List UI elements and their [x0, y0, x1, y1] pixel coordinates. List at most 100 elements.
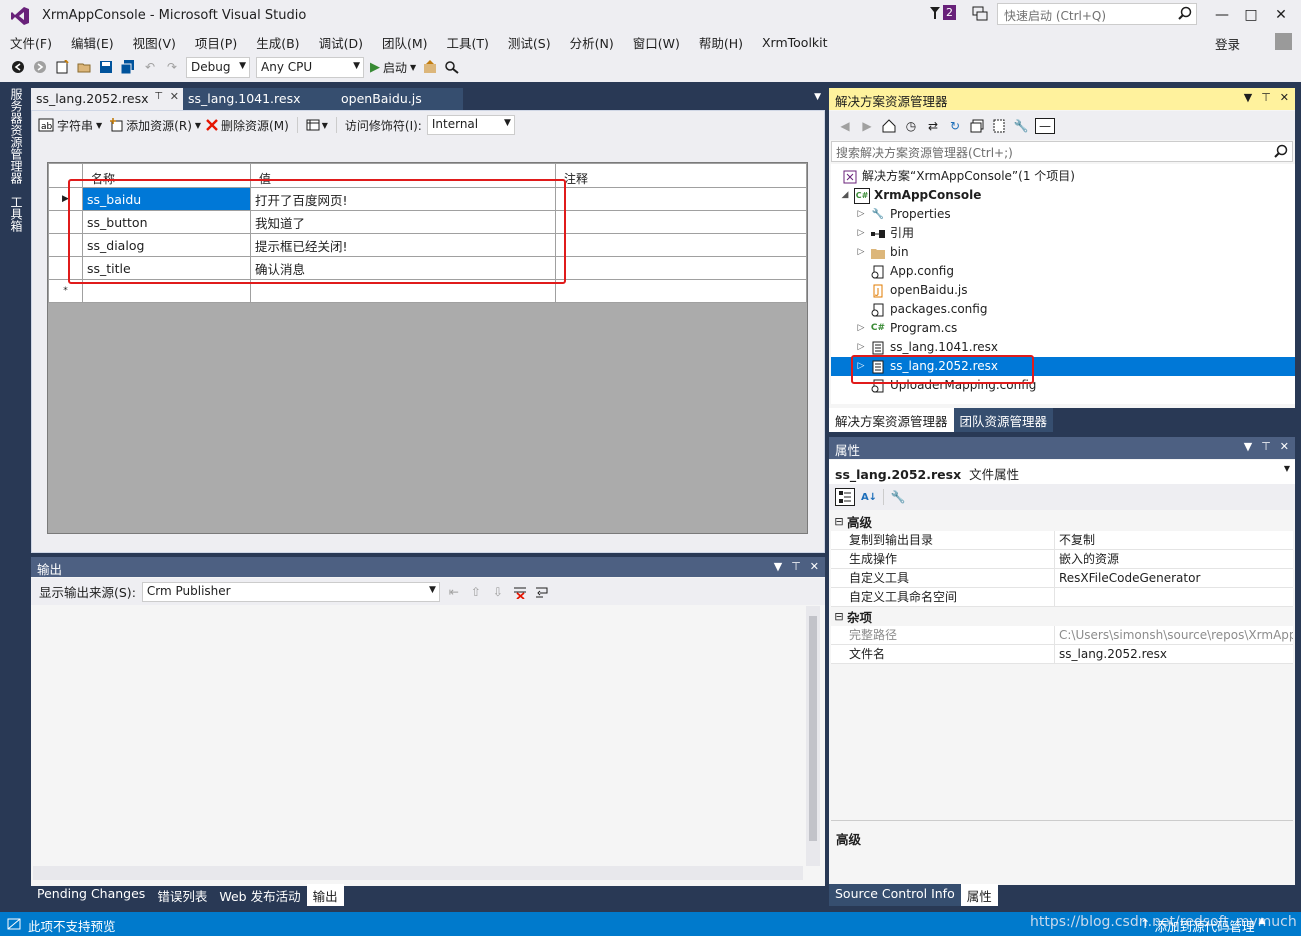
solution-platform-select[interactable]: Any CPU ▼ [256, 56, 364, 78]
clear-all-icon[interactable] [512, 584, 528, 600]
feedback-icon[interactable] [972, 6, 988, 22]
next-message-icon[interactable]: ⇩ [490, 584, 506, 600]
close-icon[interactable]: ✕ [810, 560, 819, 573]
property-row[interactable]: 自定义工具命名空间 [831, 588, 1293, 607]
publish-icon[interactable] [422, 59, 438, 75]
menu-window[interactable]: 窗口(W) [633, 33, 680, 52]
property-value[interactable]: ss_lang.2052.resx [1055, 645, 1293, 663]
collapsed-arrow-icon[interactable]: ▷ [855, 224, 867, 243]
home-icon[interactable] [881, 118, 897, 134]
property-row[interactable]: 复制到输出目录 不复制 [831, 531, 1293, 550]
property-value[interactable]: C:\Users\simonsh\source\repos\XrmApp [1055, 626, 1293, 644]
menu-debug[interactable]: 调试(D) [319, 33, 363, 52]
menu-project[interactable]: 项目(P) [195, 33, 237, 52]
save-all-icon[interactable] [120, 59, 136, 75]
properties-object-selector[interactable]: ss_lang.2052.resx 文件属性 ▼ [829, 460, 1295, 484]
property-row[interactable]: 生成操作 嵌入的资源 [831, 550, 1293, 569]
pin-icon[interactable]: ⊤ [1261, 440, 1271, 453]
close-icon[interactable]: ✕ [170, 90, 179, 103]
categorized-icon[interactable] [835, 488, 855, 506]
forward-icon[interactable]: ▶ [859, 118, 875, 134]
tree-node-solution[interactable]: 解决方案“XrmAppConsole”(1 个项目) [839, 167, 1075, 186]
maximize-button[interactable]: □ [1237, 4, 1265, 26]
menu-edit[interactable]: 编辑(E) [71, 33, 114, 52]
tab-solution-explorer[interactable]: 解决方案资源管理器 [829, 408, 954, 432]
add-to-source-control-button[interactable]: ↑ 添加到源代码管理 ▲ [1140, 916, 1265, 935]
property-row[interactable]: 文件名 ss_lang.2052.resx [831, 645, 1293, 664]
cell-comment[interactable] [555, 233, 807, 257]
undo-icon[interactable]: ↶ [142, 59, 158, 75]
avatar[interactable] [1275, 33, 1292, 50]
property-pages-wrench-icon[interactable]: 🔧 [890, 489, 906, 505]
redo-icon[interactable]: ↷ [164, 59, 180, 75]
cell-comment[interactable] [555, 279, 807, 303]
tree-node-openbaidu-js[interactable]: openBaidu.js [867, 281, 968, 300]
forward-icon[interactable] [32, 59, 48, 75]
save-icon[interactable] [98, 59, 114, 75]
property-row[interactable]: 完整路径 C:\Users\simonsh\source\repos\XrmAp… [831, 626, 1293, 645]
property-value[interactable]: 嵌入的资源 [1055, 550, 1293, 568]
collapse-toggle-icon[interactable]: ⊟ [831, 610, 847, 623]
properties-wrench-icon[interactable]: 🔧 [1013, 118, 1029, 134]
server-explorer-tab[interactable]: 服务器资源管理器 [8, 88, 25, 184]
open-file-icon[interactable] [76, 59, 92, 75]
close-icon[interactable]: ✕ [1280, 440, 1289, 453]
output-vertical-scrollbar[interactable] [806, 606, 820, 866]
collapse-toggle-icon[interactable]: ⊟ [831, 515, 847, 528]
collapsed-arrow-icon[interactable]: ▷ [855, 319, 867, 338]
strings-dropdown[interactable]: ab 字符串 ▼ [36, 117, 104, 134]
menu-test[interactable]: 测试(S) [508, 33, 551, 52]
notifications[interactable]: 2 [929, 5, 956, 20]
close-button[interactable]: ✕ [1267, 4, 1295, 26]
chevron-down-icon[interactable]: ▼ [1244, 91, 1252, 104]
login-link[interactable]: 登录 [1215, 34, 1240, 53]
remove-resource-button[interactable]: 删除资源(M) [206, 117, 289, 134]
tab-pending-changes[interactable]: Pending Changes [31, 884, 151, 906]
minimize-button[interactable]: — [1208, 4, 1236, 26]
cell-comment[interactable] [555, 187, 807, 211]
tree-node-bin[interactable]: ▷ bin [855, 243, 909, 262]
column-header-comment[interactable]: 注释 [555, 163, 807, 188]
expanded-arrow-icon[interactable]: ◢ [839, 186, 851, 205]
tree-node-app-config[interactable]: App.config [867, 262, 954, 281]
output-source-select[interactable]: Crm Publisher ▼ [141, 581, 440, 602]
tab-output[interactable]: 输出 [306, 884, 344, 906]
tree-node-properties[interactable]: ▷ 🔧 Properties [855, 205, 951, 224]
go-to-message-icon[interactable]: ⇤ [446, 584, 462, 600]
tree-node-references[interactable]: ▷ 引用 [855, 224, 914, 243]
cell-comment[interactable] [555, 210, 807, 234]
solution-search-input[interactable]: 搜索解决方案资源管理器(Ctrl+;) [831, 141, 1293, 162]
chevron-down-icon[interactable]: ▼ [774, 560, 782, 573]
tree-node-project[interactable]: ◢ C# XrmAppConsole [839, 186, 981, 205]
chevron-down-icon[interactable]: ▼ [1244, 440, 1252, 453]
alphabetical-sort-icon[interactable]: A↓ [861, 489, 877, 505]
tab-ss-lang-1041[interactable]: ss_lang.1041.resx [183, 88, 325, 110]
tab-overflow-dropdown-icon[interactable]: ▼ [814, 92, 821, 102]
property-category-advanced[interactable]: ⊟ 高级 [831, 512, 1293, 531]
add-resource-button[interactable]: 添加资源(R) ▼ [109, 117, 201, 134]
menu-analyze[interactable]: 分析(N) [570, 33, 614, 52]
tab-properties[interactable]: 属性 [960, 884, 998, 906]
tab-web-publish-activity[interactable]: Web 发布活动 [213, 884, 306, 906]
view-toggle-button[interactable]: ▼ [306, 118, 328, 132]
word-wrap-icon[interactable] [534, 584, 550, 600]
previous-message-icon[interactable]: ⇧ [468, 584, 484, 600]
back-icon[interactable] [10, 59, 26, 75]
menu-view[interactable]: 视图(V) [133, 33, 176, 52]
quick-launch-input[interactable]: 快速启动 (Ctrl+Q) [997, 3, 1197, 25]
new-project-icon[interactable] [54, 59, 70, 75]
menu-help[interactable]: 帮助(H) [699, 33, 743, 52]
scrollbar-thumb[interactable] [809, 616, 817, 841]
access-modifier-select[interactable]: Internal ▼ [426, 115, 515, 135]
tree-node-packages-config[interactable]: packages.config [867, 300, 987, 319]
close-icon[interactable]: ✕ [1280, 91, 1289, 104]
pending-changes-filter-icon[interactable]: ◷ [903, 118, 919, 134]
menu-tools[interactable]: 工具(T) [447, 33, 489, 52]
pin-icon[interactable]: ⊤ [1261, 91, 1271, 104]
preview-selected-items-icon[interactable]: — [1035, 117, 1055, 134]
property-category-misc[interactable]: ⊟ 杂项 [831, 607, 1293, 626]
menu-build[interactable]: 生成(B) [256, 33, 299, 52]
output-text-area[interactable] [33, 606, 818, 874]
menu-xrmtoolkit[interactable]: XrmToolkit [762, 35, 828, 50]
tab-source-control-info[interactable]: Source Control Info [829, 884, 961, 906]
